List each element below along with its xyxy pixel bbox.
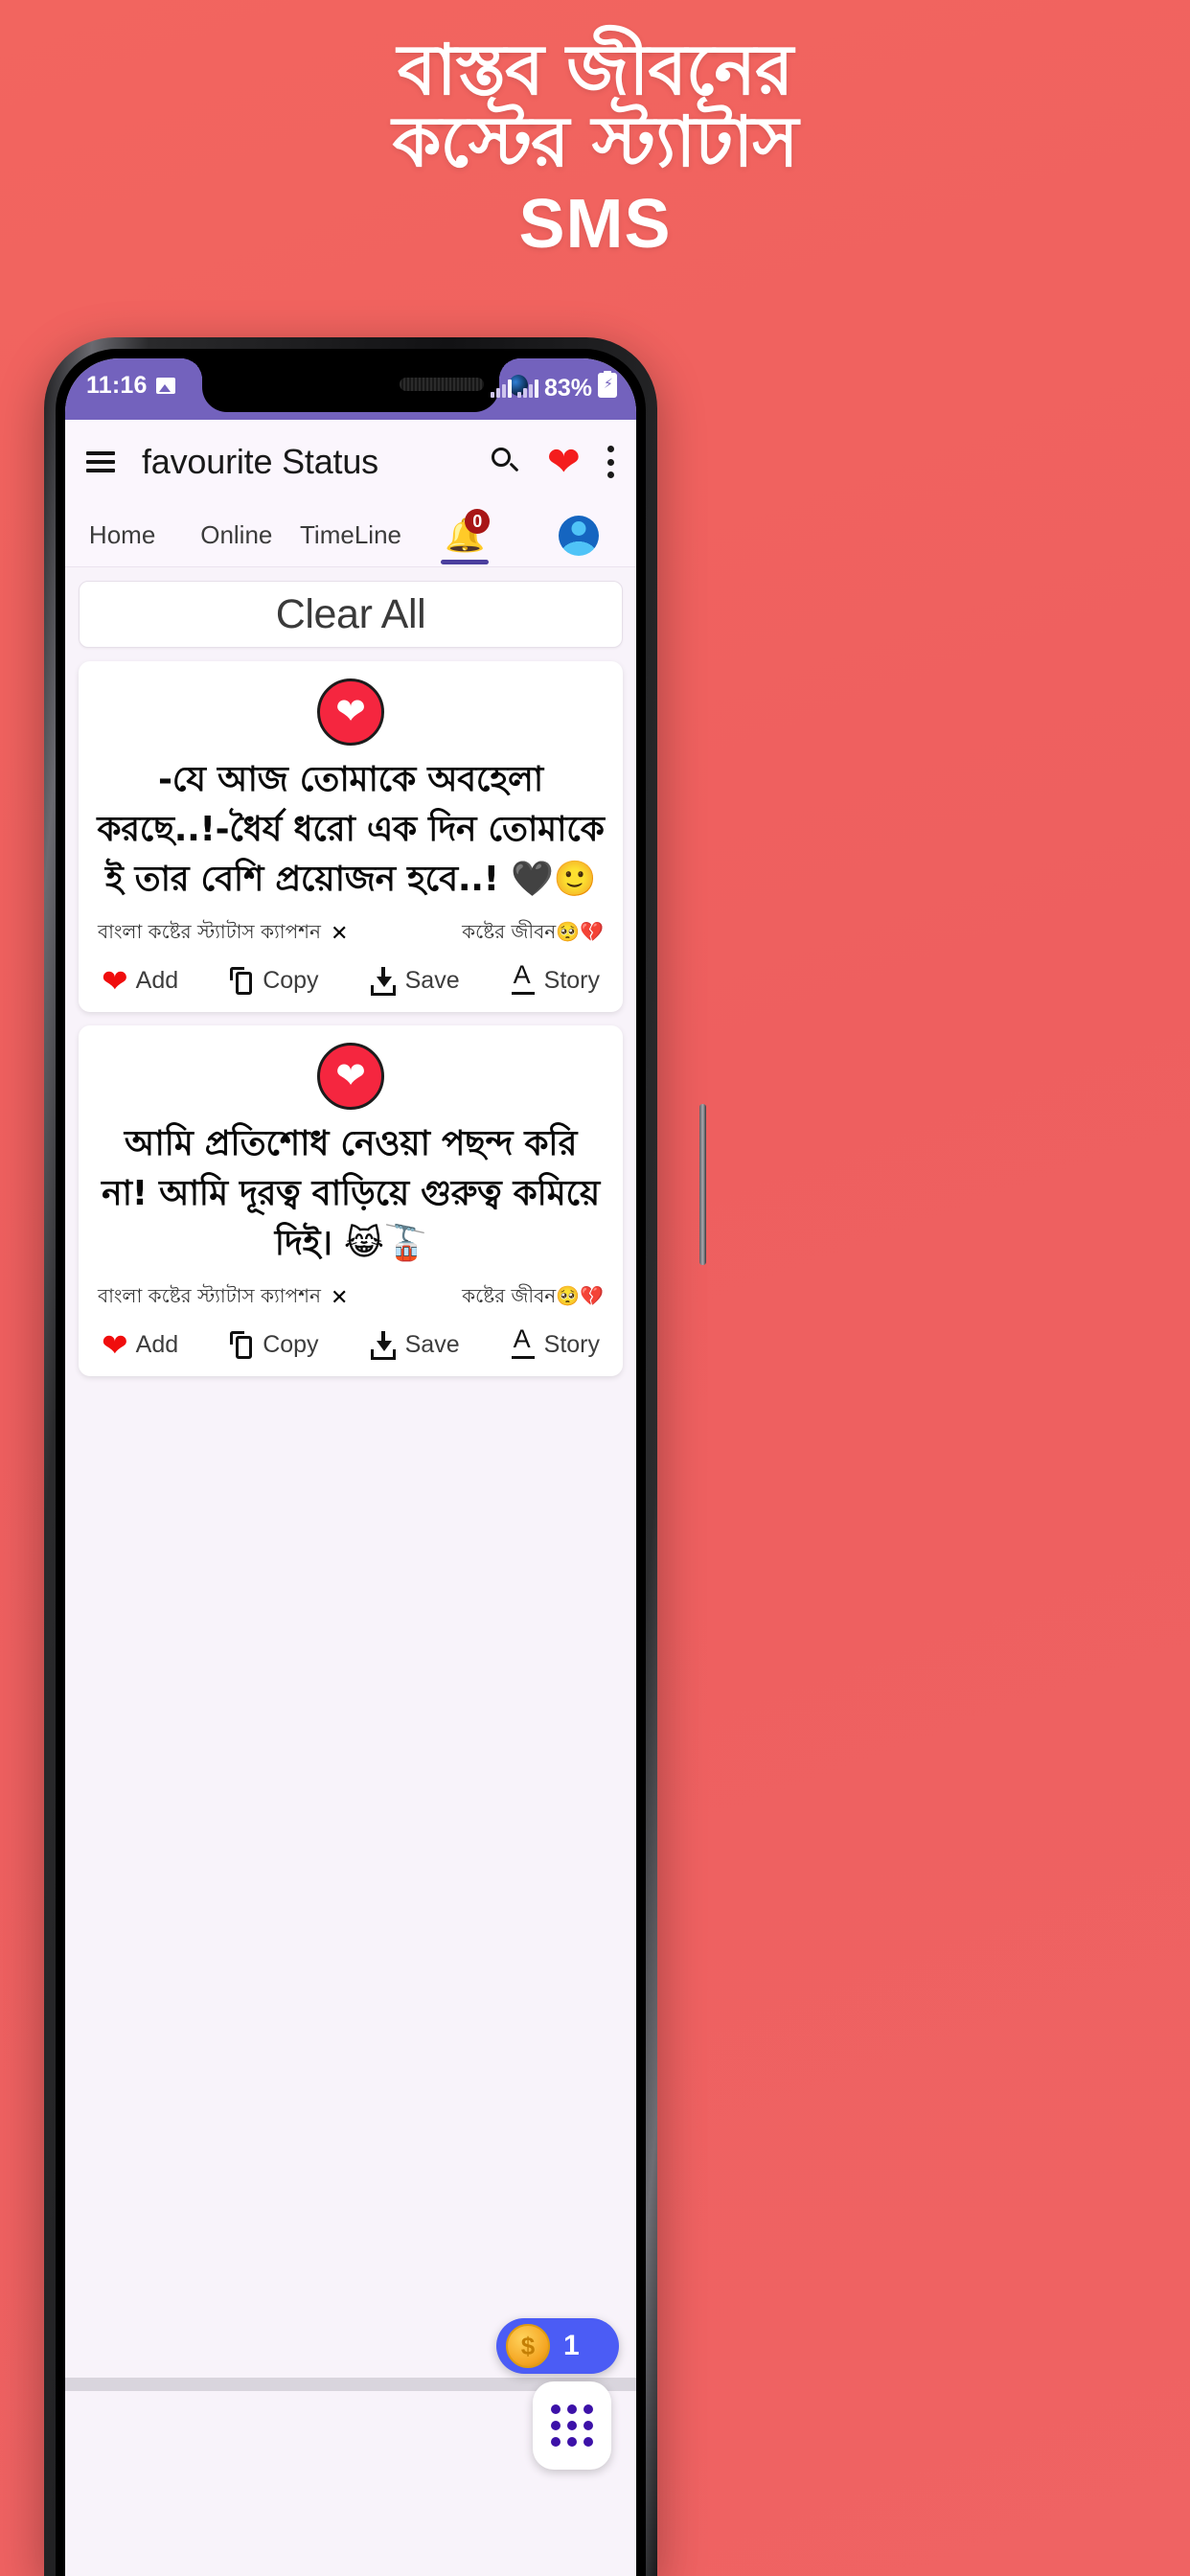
notification-badge: 0 [465, 508, 491, 534]
caption-right: কষ্টের জীবন🥺💔 [462, 920, 604, 943]
page-title: favourite Status [142, 442, 378, 481]
caption-left-group: বাংলা কষ্টের স্ট্যাটাস ক্যাপশন ✕ [98, 1282, 348, 1314]
copy-button[interactable]: Copy [230, 966, 319, 996]
signal-bars-icon-2 [516, 379, 538, 398]
status-card[interactable]: ❤ আমি প্রতিশোধ নেওয়া পছন্দ করি না! আমি … [79, 1025, 623, 1376]
card-caption-row: বাংলা কষ্টের স্ট্যাটাস ক্যাপশন ✕ কষ্টের … [94, 1278, 607, 1314]
story-button[interactable]: Story [511, 1326, 600, 1360]
text-story-icon [511, 1326, 537, 1360]
add-label: Add [135, 1331, 179, 1358]
battery-charging-icon: ⚡ [598, 371, 617, 398]
phone-bezel: 11:16 83% ⚡ favourite Status ❤ Home Onli… [56, 349, 646, 2576]
phone-mockup: 11:16 83% ⚡ favourite Status ❤ Home Onli… [44, 337, 706, 2576]
copy-label: Copy [263, 1331, 319, 1358]
phone-notch [181, 358, 528, 412]
caption-left-group: বাংলা কষ্টের স্ট্যাটাস ক্যাপশন ✕ [98, 918, 348, 950]
avatar-icon [559, 515, 600, 556]
tab-notifications[interactable]: 🔔 0 [408, 508, 522, 564]
status-text: আমি প্রতিশোধ নেওয়া পছন্দ করি না! আমি দূ… [102, 1124, 600, 1263]
status-bar-left: 11:16 [86, 372, 175, 400]
coin-icon: $ [506, 2324, 550, 2368]
caption-left: বাংলা কষ্টের স্ট্যাটাস ক্যাপশন [98, 1284, 321, 1307]
tab-bar: Home Online TimeLine 🔔 0 [65, 504, 636, 567]
close-icon[interactable]: ✕ [331, 922, 348, 946]
status-card[interactable]: ❤ -যে আজ তোমাকে অবহেলা করছে..!-ধৈর্য ধরো… [79, 661, 623, 1012]
tab-home[interactable]: Home [65, 520, 179, 550]
search-icon[interactable] [491, 448, 520, 476]
copy-button[interactable]: Copy [230, 1330, 319, 1360]
tab-timeline[interactable]: TimeLine [293, 520, 407, 550]
promo-line-1: বাস্তব জীবনের [397, 30, 793, 111]
favourite-heart-icon[interactable]: ❤ [547, 442, 581, 482]
close-icon[interactable]: ✕ [331, 1286, 348, 1310]
content-area: Clear All ❤ -যে আজ তোমাকে অবহেলা করছে..!… [65, 568, 636, 2576]
card-caption-row: বাংলা কষ্টের স্ট্যাটাস ক্যাপশন ✕ কষ্টের … [94, 914, 607, 950]
story-label: Story [543, 1331, 600, 1358]
text-story-icon [511, 962, 537, 996]
phone-power-button[interactable] [699, 1104, 706, 1265]
promo-line-2: কস্টের স্ট্যাটাস [392, 102, 799, 183]
apps-grid-button[interactable] [533, 2381, 611, 2470]
save-label: Save [404, 967, 460, 994]
earpiece-speaker [400, 378, 484, 391]
card-action-row: ❤ Add Copy Save Story [94, 950, 607, 999]
story-button[interactable]: Story [511, 962, 600, 996]
add-label: Add [135, 967, 179, 994]
download-icon [370, 966, 398, 996]
tab-profile[interactable] [522, 515, 636, 556]
grid-dots-icon [551, 2404, 593, 2447]
copy-label: Copy [263, 967, 319, 994]
tab-online[interactable]: Online [179, 520, 293, 550]
save-button[interactable]: Save [370, 1330, 460, 1360]
heart-in-circle-icon: ❤ [317, 1043, 384, 1110]
battery-percent: 83% [543, 375, 592, 402]
promo-headline: বাস্তব জীবনের কস্টের স্ট্যাটাস SMS [0, 34, 1190, 270]
clear-all-button[interactable]: Clear All [79, 581, 623, 648]
status-bar: 11:16 83% ⚡ [65, 358, 636, 420]
clear-all-label: Clear All [275, 590, 426, 637]
app-bar-actions: ❤ [491, 442, 615, 482]
card-action-row: ❤ Add Copy Save Story [94, 1314, 607, 1363]
download-icon [370, 1330, 398, 1360]
coin-symbol: $ [520, 2332, 536, 2360]
promo-line-3: SMS [518, 186, 672, 263]
phone-screen: 11:16 83% ⚡ favourite Status ❤ Home Onli… [65, 358, 636, 2576]
heart-icon: ❤ [102, 1327, 128, 1363]
signal-bars-icon [490, 379, 512, 398]
caption-left: বাংলা কষ্টের স্ট্যাটাস ক্যাপশন [98, 920, 321, 943]
bell-icon: 🔔 0 [444, 508, 491, 557]
copy-icon [230, 966, 255, 996]
save-button[interactable]: Save [370, 966, 460, 996]
save-label: Save [404, 1331, 460, 1358]
copy-icon [230, 1330, 255, 1360]
coin-balance-button[interactable]: $ 1 [496, 2318, 619, 2374]
add-button[interactable]: ❤ Add [102, 965, 178, 997]
image-icon [155, 378, 175, 394]
status-text: -যে আজ তোমাকে অবহেলা করছে..!-ধৈর্য ধরো এ… [97, 760, 605, 899]
active-tab-indicator [441, 559, 490, 564]
story-label: Story [543, 967, 600, 994]
heart-in-circle-icon: ❤ [317, 678, 384, 746]
caption-right: কষ্টের জীবন🥺💔 [462, 1284, 604, 1307]
kebab-menu-icon[interactable] [607, 446, 615, 478]
coin-count: 1 [563, 2330, 580, 2361]
add-button[interactable]: ❤ Add [102, 1329, 178, 1361]
status-time: 11:16 [86, 372, 148, 399]
hamburger-menu-icon[interactable] [86, 451, 115, 472]
heart-icon: ❤ [102, 963, 128, 999]
app-bar: favourite Status ❤ [65, 420, 636, 504]
status-bar-right: 83% ⚡ [490, 371, 617, 402]
